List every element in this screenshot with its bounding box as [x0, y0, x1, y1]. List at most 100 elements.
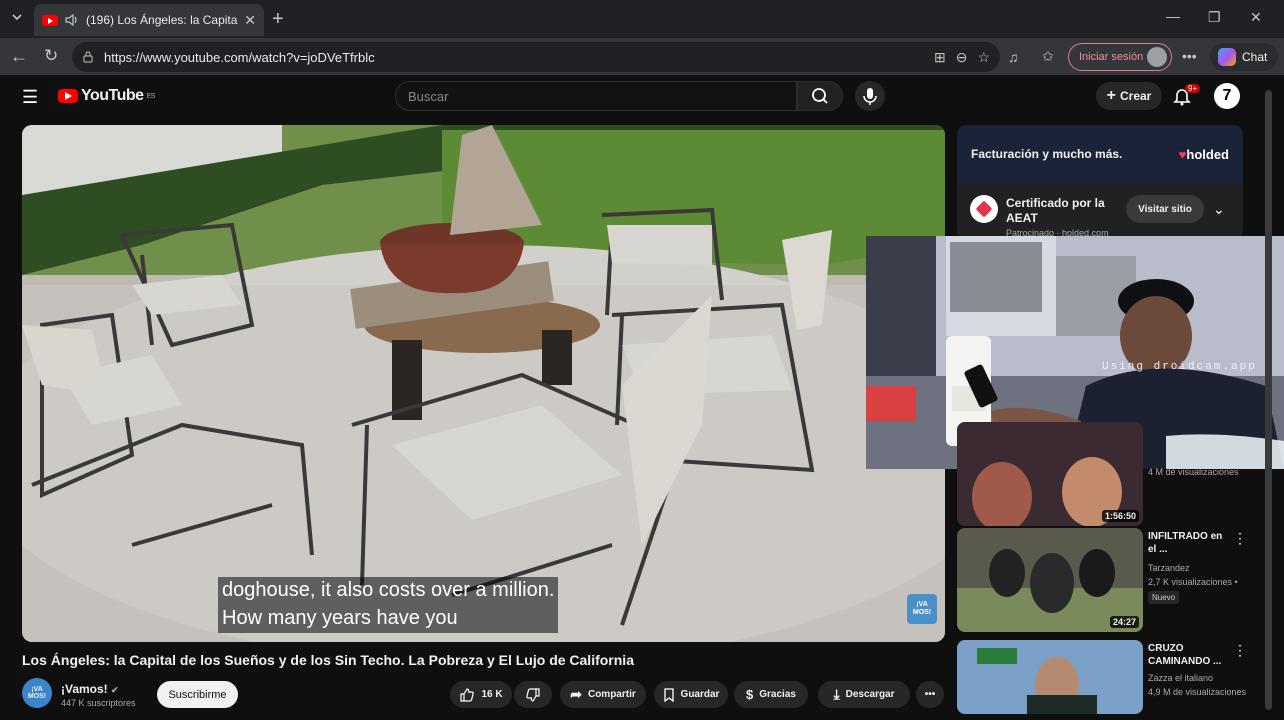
download-label: Descargar: [845, 689, 895, 700]
tab-title: (196) Los Ángeles: la Capital d: [86, 13, 239, 27]
create-button[interactable]: + Crear: [1096, 82, 1162, 110]
thumbnail-image: [957, 640, 1143, 714]
video-player[interactable]: doghouse, it also costs over a million. …: [22, 125, 945, 642]
channel-action-row: ¡VA MOS! ¡Vamos! ✔ 447 K suscriptores Su…: [22, 678, 945, 712]
voice-search-button[interactable]: [855, 81, 885, 111]
search-input[interactable]: [395, 81, 797, 111]
address-bar[interactable]: https://www.youtube.com/watch?v=joDVeTfr…: [72, 42, 1000, 72]
youtube-favicon-icon: [42, 14, 58, 26]
signin-button[interactable]: Iniciar sesión: [1068, 43, 1172, 71]
notifications-badge: 9+: [1185, 84, 1201, 93]
video-views: 4 M de visualizaciones: [1148, 467, 1239, 477]
channel-name[interactable]: ¡Vamos! ✔: [61, 682, 119, 696]
video-subtitles: doghouse, it also costs over a million. …: [218, 577, 559, 633]
audio-playing-icon[interactable]: [64, 13, 80, 27]
more-actions-button[interactable]: •••: [916, 681, 944, 708]
video-views: 4,9 M de visualizaciones: [1148, 687, 1247, 697]
video-thumbnail[interactable]: 24:27: [957, 528, 1143, 632]
window-close-icon[interactable]: ✕: [1250, 9, 1262, 26]
favorite-star-icon[interactable]: ☆: [977, 49, 990, 66]
copilot-icon: [1218, 48, 1236, 66]
chevron-down-icon[interactable]: ⌄: [1213, 201, 1225, 218]
thanks-button[interactable]: $ Gracias: [734, 681, 808, 708]
page-scrollbar[interactable]: [1265, 90, 1272, 710]
more-options-icon[interactable]: •••: [1182, 48, 1197, 64]
video-channel[interactable]: Tarzandez: [1148, 563, 1190, 573]
tab-list-chevron-icon[interactable]: [10, 10, 24, 24]
video-thumbnail[interactable]: 1:56:50: [957, 422, 1143, 526]
plus-icon: +: [1106, 87, 1116, 104]
create-label: Crear: [1119, 89, 1152, 103]
logo-region: ES: [146, 92, 156, 100]
video-frame: [22, 125, 945, 642]
download-icon: ⤓: [833, 686, 840, 702]
droidcam-overlay-text: Using droidcam.app: [1102, 361, 1257, 373]
recommended-video[interactable]: 24:27 INFILTRADO en el ... ⋮ Tarzandez 2…: [957, 528, 1267, 632]
video-duration: 24:27: [1109, 616, 1139, 628]
restore-icon[interactable]: ❐: [1208, 9, 1221, 26]
recommended-video[interactable]: CRUZO CAMINANDO ... ⋮ Zazza el italiano …: [957, 640, 1267, 714]
minimize-icon[interactable]: —: [1166, 8, 1180, 24]
thumbs-up-icon: [460, 687, 475, 702]
video-channel[interactable]: Zazza el italiano: [1148, 673, 1213, 683]
subtitle-line: How many years have you: [222, 607, 458, 629]
copilot-chat-button[interactable]: Chat: [1210, 43, 1278, 71]
visit-site-button[interactable]: Visitar sitio: [1126, 195, 1204, 223]
browser-tab-bar: (196) Los Ángeles: la Capital d ✕ + — ❐ …: [0, 0, 1284, 38]
ad-banner[interactable]: Facturación y mucho más. ♥holded: [957, 125, 1243, 183]
watermark-text: ¡VA: [916, 601, 928, 608]
share-button[interactable]: ➦ Compartir: [560, 681, 646, 708]
advertiser-logo[interactable]: [970, 195, 998, 223]
site-info-icon[interactable]: [82, 51, 94, 63]
new-badge: Nuevo: [1148, 591, 1180, 604]
channel-avatar[interactable]: ¡VA MOS!: [22, 678, 52, 708]
dislike-button[interactable]: [514, 681, 552, 708]
video-menu-icon[interactable]: ⋮: [1233, 530, 1247, 547]
youtube-logo-icon: [58, 89, 78, 103]
zoom-icon[interactable]: ⊖: [956, 49, 968, 66]
logo-text: YouTube: [81, 87, 144, 104]
search-icon: [812, 88, 828, 104]
media-control-icon[interactable]: ♫: [1008, 49, 1019, 65]
youtube-logo[interactable]: YouTube ES: [58, 87, 155, 105]
signin-label: Iniciar sesión: [1079, 51, 1144, 63]
menu-hamburger-icon[interactable]: ☰: [22, 87, 38, 108]
video-duration: 1:56:50: [1101, 510, 1139, 522]
channel-watermark[interactable]: ¡VA MOS!: [907, 594, 937, 624]
video-title: Los Ángeles: la Capital de los Sueños y …: [22, 652, 634, 668]
ad-title[interactable]: Certificado por la AEAT: [1006, 196, 1110, 226]
avatar-text: MOS!: [27, 693, 47, 700]
app-available-icon[interactable]: ⊞: [934, 49, 946, 66]
subscribe-button[interactable]: Suscribirme: [157, 681, 238, 708]
download-button[interactable]: ⤓ Descargar: [818, 681, 910, 708]
share-icon: ➦: [570, 686, 582, 702]
back-arrow-icon[interactable]: ←: [10, 46, 28, 67]
thanks-label: Gracias: [759, 689, 796, 700]
save-button[interactable]: Guardar: [654, 681, 728, 708]
video-title[interactable]: INFILTRADO en el ...: [1148, 530, 1228, 556]
avatar-text: ¡VA: [31, 686, 43, 693]
new-tab-icon[interactable]: +: [272, 8, 284, 31]
brand-name: holded: [1186, 146, 1229, 162]
subtitle-line: doghouse, it also costs over a million.: [222, 579, 555, 601]
chat-label: Chat: [1242, 50, 1268, 64]
search-button[interactable]: [797, 81, 843, 111]
browser-toolbar: ← ↻ https://www.youtube.com/watch?v=joDV…: [0, 38, 1284, 76]
like-button[interactable]: 16 K: [450, 681, 512, 708]
video-thumbnail[interactable]: [957, 640, 1143, 714]
ad-card[interactable]: Facturación y mucho más. ♥holded Certifi…: [957, 125, 1243, 240]
account-avatar[interactable]: 7: [1214, 83, 1240, 109]
url-text[interactable]: https://www.youtube.com/watch?v=joDVeTfr…: [104, 50, 924, 65]
reload-icon[interactable]: ↻: [44, 46, 58, 66]
thumbs-down-icon: [526, 687, 540, 702]
recommended-video[interactable]: 1:56:50 4 M de visualizaciones: [957, 422, 1267, 526]
browser-tab-active[interactable]: (196) Los Ángeles: la Capital d ✕: [34, 4, 264, 36]
youtube-header: ☰ YouTube ES + Crear 7: [0, 76, 1284, 118]
video-views: 2,7 K visualizaciones •: [1148, 577, 1238, 587]
channel-name-text[interactable]: ¡Vamos!: [61, 682, 108, 696]
video-menu-icon[interactable]: ⋮: [1233, 642, 1247, 659]
video-title[interactable]: CRUZO CAMINANDO ...: [1148, 642, 1228, 668]
favorites-icon[interactable]: ✩: [1042, 48, 1054, 65]
tab-close-icon[interactable]: ✕: [244, 12, 256, 29]
ad-banner-text: Facturación y mucho más.: [971, 147, 1123, 161]
